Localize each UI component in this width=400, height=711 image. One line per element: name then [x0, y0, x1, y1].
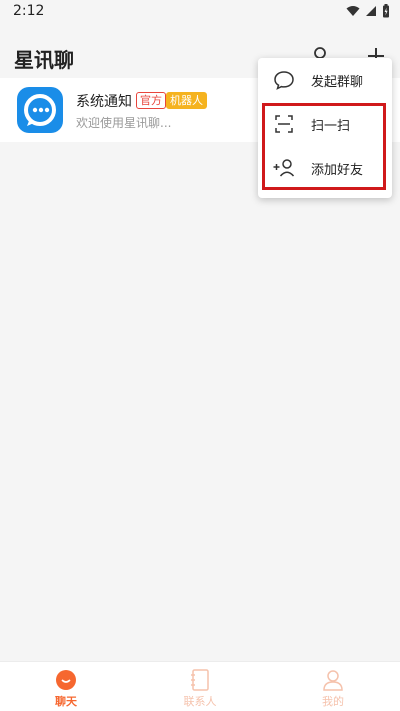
bottom-nav: 聊天 联系人 我的 — [0, 661, 400, 711]
chat-bubble-icon — [17, 87, 63, 133]
wifi-icon — [346, 5, 360, 17]
highlight-box — [262, 103, 386, 190]
tab-label: 聊天 — [55, 695, 77, 708]
menu-item-label: 发起群聊 — [311, 75, 364, 90]
profile-icon — [321, 668, 345, 692]
menu-item-start-group-chat[interactable]: 发起群聊 — [258, 58, 392, 102]
page-title: 星讯聊 — [14, 48, 74, 72]
status-bar: 2:12 — [0, 0, 400, 24]
conversation-preview: 欢迎使用星讯聊... — [76, 116, 172, 130]
status-icons — [346, 4, 390, 18]
chat-icon — [54, 668, 78, 692]
robot-badge: 机器人 — [166, 92, 207, 109]
app-screen: 2:12 星讯聊 系统通知 官方 机器人 欢迎使用星讯聊... 发起群聊 扫一扫… — [0, 0, 400, 711]
tab-label: 我的 — [322, 695, 344, 708]
contacts-book-icon — [188, 668, 212, 692]
tab-label: 联系人 — [183, 695, 217, 708]
status-time: 2:12 — [13, 3, 45, 19]
conversation-name: 系统通知 — [76, 94, 132, 110]
official-badge: 官方 — [136, 92, 166, 109]
battery-charging-icon — [382, 4, 390, 18]
signal-icon — [365, 5, 377, 17]
tab-chat[interactable]: 聊天 — [26, 662, 106, 711]
chat-bubble-icon — [273, 69, 295, 91]
tab-contacts[interactable]: 联系人 — [160, 662, 240, 711]
tab-profile[interactable]: 我的 — [293, 662, 373, 711]
